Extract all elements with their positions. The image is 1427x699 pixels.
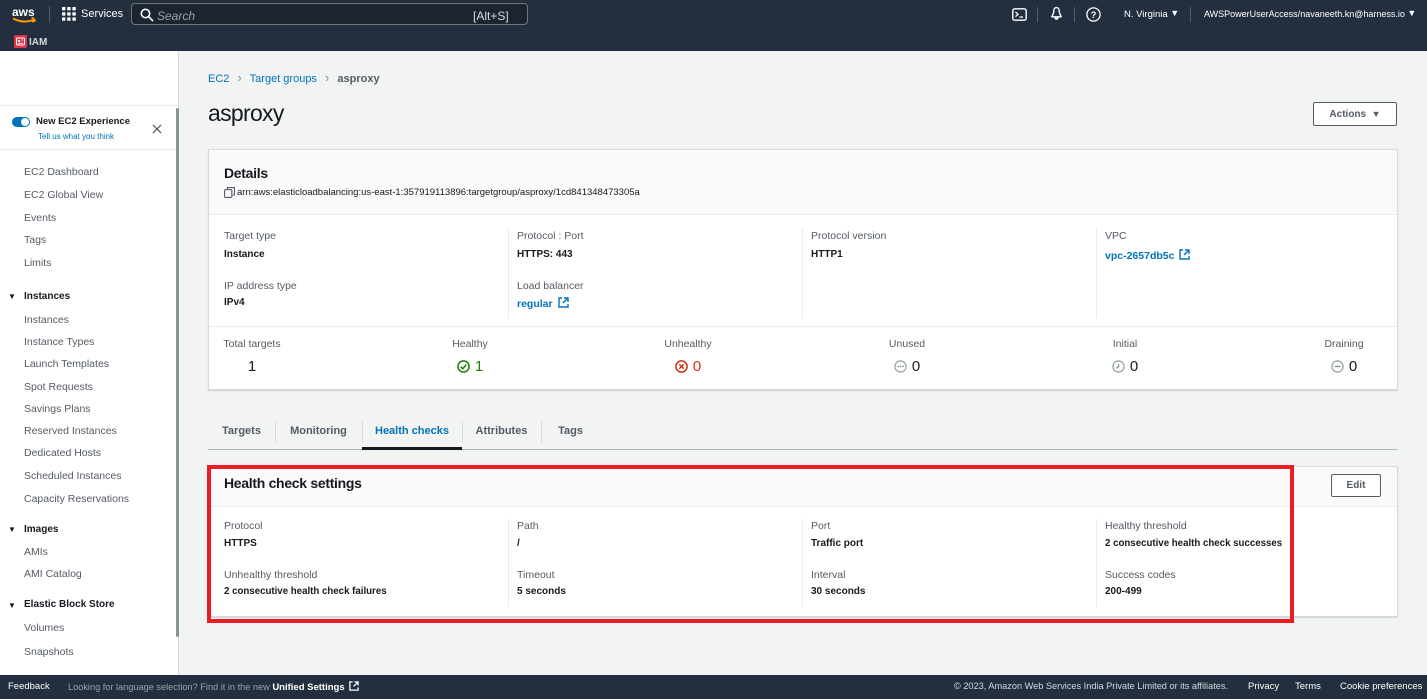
svg-text:aws: aws <box>12 5 35 19</box>
svg-text:?: ? <box>1091 10 1097 21</box>
